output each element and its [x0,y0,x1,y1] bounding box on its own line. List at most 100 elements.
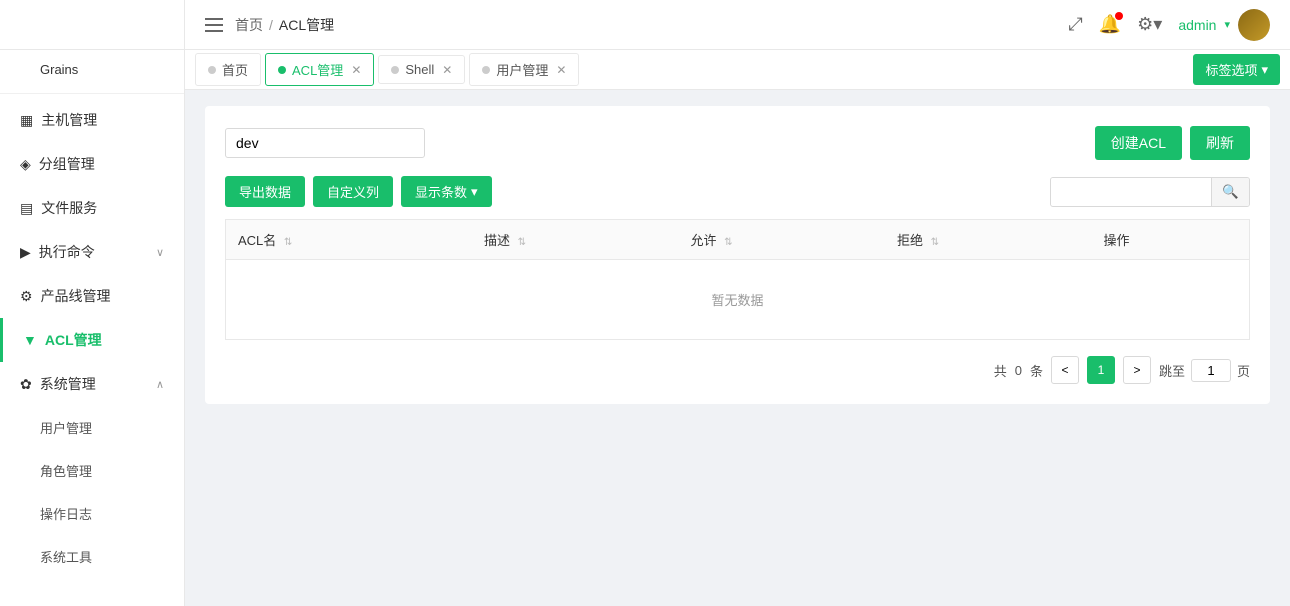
tab-dot [278,66,286,74]
system-icon: ✿ [20,376,32,393]
sidebar-item-label: 分组管理 [39,154,95,174]
user-dropdown-icon: ▾ [1224,18,1230,31]
jump-input[interactable] [1191,359,1231,382]
show-rows-button[interactable]: 显示条数 ▾ [401,176,492,207]
tab-user-mgmt[interactable]: 用户管理 ✕ [469,53,579,86]
sidebar-item-label: 角色管理 [40,461,92,480]
menu-toggle-button[interactable] [205,18,223,32]
table-search-input[interactable] [1051,178,1211,205]
sidebar-item-sys-tools[interactable]: 系统工具 [0,535,184,578]
jump-prefix: 跳至 [1159,361,1185,380]
sidebar-item-label: 操作日志 [40,504,92,523]
breadcrumb-home[interactable]: 首页 [235,15,263,35]
tab-label: ACL管理 [292,60,343,79]
total-count: 0 [1015,363,1022,378]
sidebar-item-label: 用户管理 [40,418,92,437]
acl-icon: ▼ [23,332,37,348]
tags-dropdown-icon: ▾ [1261,62,1268,78]
export-data-button[interactable]: 导出数据 [225,176,305,207]
username: admin [1178,17,1216,33]
col-deny: 拒绝 ⇅ [885,220,1092,260]
total-prefix: 共 [994,361,1007,380]
prev-page-button[interactable]: < [1051,356,1079,384]
sidebar-item-label: 系统工具 [40,547,92,566]
page-1-button[interactable]: 1 [1087,356,1115,384]
prev-icon: < [1061,363,1068,377]
table-header: ACL名 ⇅ 描述 ⇅ 允许 ⇅ 拒绝 ⇅ [226,220,1250,260]
table-search-button[interactable]: 🔍 [1211,178,1249,206]
tab-dot [391,66,399,74]
settings-icon[interactable]: ⚙▾ [1137,14,1162,35]
breadcrumb: 首页 / ACL管理 [235,15,334,35]
tab-label: 首页 [222,60,248,79]
table-search-box: 🔍 [1050,177,1250,207]
sidebar-item-acl-mgmt[interactable]: ▼ ACL管理 [0,318,184,362]
page-jump: 跳至 页 [1159,359,1250,382]
content-card: 创建ACL 刷新 导出数据 自定义列 显示条数 [205,106,1270,404]
sidebar-item-label: 系统管理 [40,374,96,394]
table-body: 暂无数据 [226,260,1250,340]
tags-btn-label: 标签选项 [1205,60,1257,79]
sidebar-item-label: ACL管理 [45,330,102,350]
sidebar-item-grains[interactable]: Grains [0,50,184,89]
search-input[interactable] [225,128,425,158]
tab-close-icon[interactable]: ✕ [442,63,452,77]
sort-icon[interactable]: ⇅ [724,237,732,248]
tab-dot [482,66,490,74]
refresh-label: 刷新 [1206,135,1234,151]
data-table: ACL名 ⇅ 描述 ⇅ 允许 ⇅ 拒绝 ⇅ [225,219,1250,340]
sidebar-item-group-mgmt[interactable]: ◈ 分组管理 [0,142,184,186]
topbar-left: 首页 / ACL管理 [205,15,334,35]
empty-text: 暂无数据 [711,293,763,308]
sidebar-item-label: Grains [40,62,78,77]
sidebar-item-user-mgmt[interactable]: 用户管理 [0,406,184,449]
refresh-button[interactable]: 刷新 [1190,126,1250,160]
exec-icon: ▶ [20,244,31,261]
custom-cols-label: 自定义列 [327,185,379,200]
create-acl-button[interactable]: 创建ACL [1095,126,1182,160]
host-icon: ▦ [20,112,33,129]
chevron-up-icon: ∧ [156,378,164,391]
tags-options-button[interactable]: 标签选项 ▾ [1193,54,1280,85]
tab-acl[interactable]: ACL管理 ✕ [265,53,374,86]
breadcrumb-sep: / [269,17,273,33]
tab-close-icon[interactable]: ✕ [351,63,361,77]
filter-row: 导出数据 自定义列 显示条数 ▾ 🔍 [225,176,1250,207]
tab-label: Shell [405,62,434,77]
product-icon: ⚙ [20,288,33,305]
sidebar-item-file-svc[interactable]: ▤ 文件服务 [0,186,184,230]
sidebar-item-op-log[interactable]: 操作日志 [0,492,184,535]
tabs-list: 首页 ACL管理 ✕ Shell ✕ 用户管理 ✕ [195,53,579,86]
sidebar: Grains ▦ 主机管理 ◈ 分组管理 ▤ 文件服务 ▶ 执行命令 ∨ ⚙ 产… [0,0,185,606]
search-icon: 🔍 [1222,184,1239,199]
tab-shell[interactable]: Shell ✕ [378,55,465,84]
sidebar-item-product-mgmt[interactable]: ⚙ 产品线管理 [0,274,184,318]
expand-icon[interactable]: ⤢ [1068,14,1082,35]
sidebar-item-host-mgmt[interactable]: ▦ 主机管理 [0,98,184,142]
sort-icon[interactable]: ⇅ [284,237,292,248]
custom-cols-button[interactable]: 自定义列 [313,176,393,207]
tab-home[interactable]: 首页 [195,53,261,86]
sidebar-item-system-mgmt[interactable]: ✿ 系统管理 ∧ [0,362,184,406]
action-btns: 创建ACL 刷新 [1095,126,1250,160]
sidebar-item-role-mgmt[interactable]: 角色管理 [0,449,184,492]
topbar: 首页 / ACL管理 ⤢ 🔔 ⚙▾ admin ▾ [185,0,1290,50]
col-acl-name: ACL名 ⇅ [226,220,472,260]
page-content: 创建ACL 刷新 导出数据 自定义列 显示条数 [185,90,1290,606]
show-rows-label: 显示条数 [415,182,467,201]
col-description: 描述 ⇅ [472,220,679,260]
sort-icon[interactable]: ⇅ [518,237,526,248]
tab-close-icon[interactable]: ✕ [556,63,566,77]
sidebar-item-exec-cmd[interactable]: ▶ 执行命令 ∨ [0,230,184,274]
main-content: 首页 / ACL管理 ⤢ 🔔 ⚙▾ admin ▾ [185,0,1290,606]
filter-btns: 导出数据 自定义列 显示条数 ▾ [225,176,492,207]
sort-icon[interactable]: ⇅ [931,237,939,248]
file-icon: ▤ [20,200,33,217]
col-allow: 允许 ⇅ [678,220,885,260]
toolbar-row: 创建ACL 刷新 [225,126,1250,160]
user-info[interactable]: admin ▾ [1178,9,1270,41]
group-icon: ◈ [20,156,31,173]
next-page-button[interactable]: > [1123,356,1151,384]
sidebar-item-label: 执行命令 [39,242,95,262]
notification-icon[interactable]: 🔔 [1099,14,1121,35]
